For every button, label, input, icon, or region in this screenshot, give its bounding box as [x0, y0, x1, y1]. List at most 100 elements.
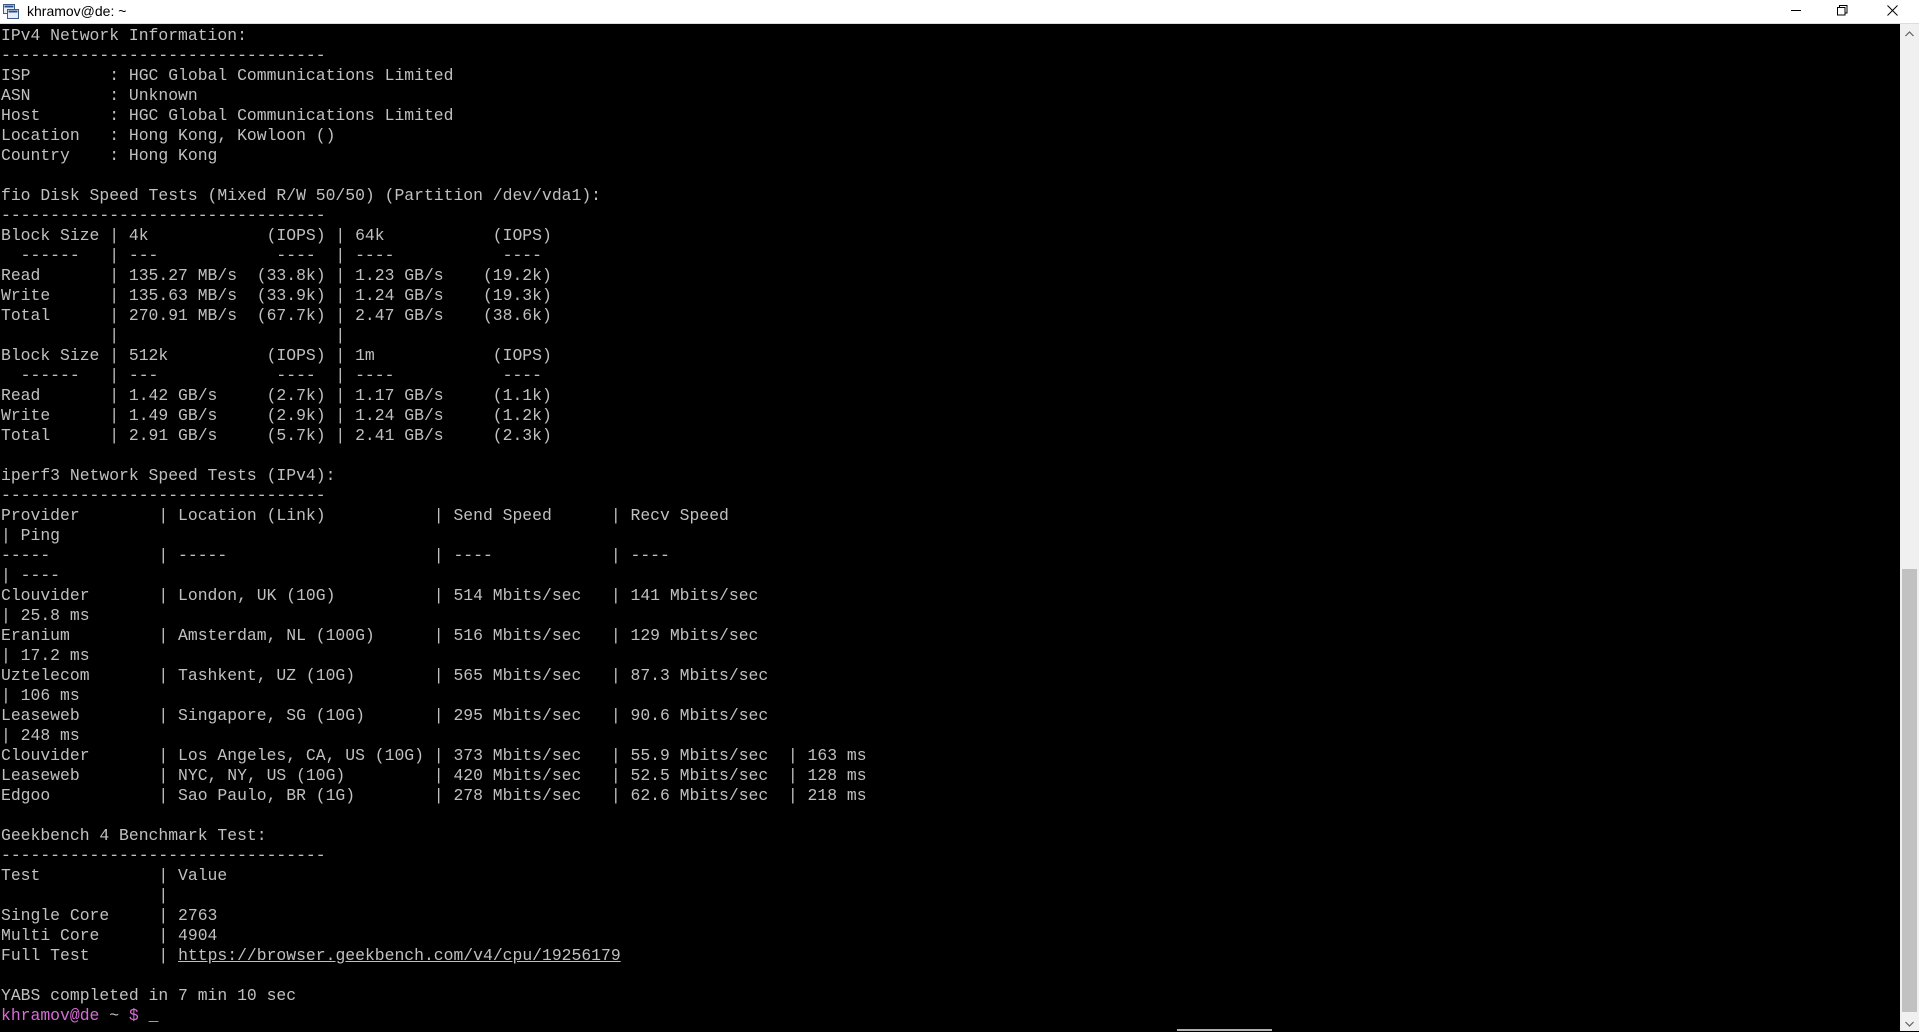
terminal-line-text: Edgoo | Sao Paulo, BR (1G) | 278 Mbits/s…: [1, 786, 867, 805]
prompt-symbol: $: [128, 1006, 139, 1025]
terminal-line: ---------------------------------: [1, 846, 867, 866]
terminal-line: Country : Hong Kong: [1, 146, 867, 166]
terminal-line-text: | Ping: [1, 526, 61, 545]
terminal-line-text: Single Core | 2763: [1, 906, 218, 925]
terminal-line: Location : Hong Kong, Kowloon (): [1, 126, 867, 146]
terminal-line: iperf3 Network Speed Tests (IPv4):: [1, 466, 867, 486]
terminal-line-text: ---------------------------------: [1, 846, 326, 865]
terminal-line-text: Full Test |: [1, 946, 179, 965]
terminal-line-text: |: [1, 886, 169, 905]
terminal-line: Leaseweb | Singapore, SG (10G) | 295 Mbi…: [1, 706, 867, 726]
terminal-line: ASN : Unknown: [1, 86, 867, 106]
minimize-icon: [1790, 3, 1802, 21]
terminal-line-text: Total | 2.91 GB/s (5.7k) | 2.41 GB/s (2.…: [1, 426, 552, 445]
terminal-line: Edgoo | Sao Paulo, BR (1G) | 278 Mbits/s…: [1, 786, 867, 806]
terminal-line-text: iperf3 Network Speed Tests (IPv4):: [1, 466, 336, 485]
terminal-line: Block Size | 512k (IOPS) | 1m (IOPS): [1, 346, 867, 366]
terminal-line: Host : HGC Global Communications Limited: [1, 106, 867, 126]
terminal-line-text: Eranium | Amsterdam, NL (100G) | 516 Mbi…: [1, 626, 759, 645]
close-button[interactable]: [1865, 0, 1919, 23]
terminal-line: Multi Core | 4904: [1, 926, 867, 946]
terminal-line: Write | 135.63 MB/s (33.9k) | 1.24 GB/s …: [1, 286, 867, 306]
terminal-line: Total | 270.91 MB/s (67.7k) | 2.47 GB/s …: [1, 306, 867, 326]
terminal-line-text: ----- | ----- | ---- | ----: [1, 546, 670, 565]
terminal-line-text: Multi Core | 4904: [1, 926, 218, 945]
terminal-line: Test | Value: [1, 866, 867, 886]
minimize-button[interactable]: [1773, 0, 1819, 23]
terminal-line-text: Geekbench 4 Benchmark Test:: [1, 826, 267, 845]
terminal-line: Full Test | https://browser.geekbench.co…: [1, 946, 867, 966]
terminal-line: | 106 ms: [1, 686, 867, 706]
scroll-up-button[interactable]: [1900, 24, 1919, 41]
terminal-window: khramov@de: ~ IPv4 Network Information: …: [0, 0, 1919, 1031]
terminal-line-text: Country : Hong Kong: [1, 146, 218, 165]
shell-prompt[interactable]: khramov@de ~ $ _: [1, 1006, 867, 1026]
prompt-spacer: [139, 1006, 149, 1025]
terminal-line-text: ---------------------------------: [1, 46, 326, 65]
terminal-line-text: Test | Value: [1, 866, 228, 885]
terminal-line: ----- | ----- | ---- | ----: [1, 546, 867, 566]
prompt-path: ~: [99, 1006, 129, 1025]
terminal-line: ------ | --- ---- | ---- ----: [1, 246, 867, 266]
terminal-lines: IPv4 Network Information: ---------------…: [1, 26, 867, 1026]
terminal-line-text: | |: [1, 326, 346, 345]
terminal-line: | 248 ms: [1, 726, 867, 746]
terminal-line: Eranium | Amsterdam, NL (100G) | 516 Mbi…: [1, 626, 867, 646]
terminal-line: Uztelecom | Tashkent, UZ (10G) | 565 Mbi…: [1, 666, 867, 686]
terminal-line-text: ISP : HGC Global Communications Limited: [1, 66, 454, 85]
terminal-line: Single Core | 2763: [1, 906, 867, 926]
terminal-line: YABS completed in 7 min 10 sec: [1, 986, 867, 1006]
terminal-line: Clouvider | Los Angeles, CA, US (10G) | …: [1, 746, 867, 766]
terminal-line-text: YABS completed in 7 min 10 sec: [1, 986, 297, 1005]
terminal-line-text: IPv4 Network Information:: [1, 26, 247, 45]
title-bar[interactable]: khramov@de: ~: [0, 0, 1919, 24]
terminal-line-text: Clouvider | Los Angeles, CA, US (10G) | …: [1, 746, 867, 765]
terminal-line-text: Leaseweb | NYC, NY, US (10G) | 420 Mbits…: [1, 766, 867, 785]
terminal-line-text: ------ | --- ---- | ---- ----: [1, 366, 542, 385]
terminal-line: Clouvider | London, UK (10G) | 514 Mbits…: [1, 586, 867, 606]
terminal-line-text: | ----: [1, 566, 61, 585]
terminal-line: Geekbench 4 Benchmark Test:: [1, 826, 867, 846]
terminal-line-text: Total | 270.91 MB/s (67.7k) | 2.47 GB/s …: [1, 306, 552, 325]
terminal-line: Block Size | 4k (IOPS) | 64k (IOPS): [1, 226, 867, 246]
terminal-line: ---------------------------------: [1, 206, 867, 226]
terminal-line-text: | 25.8 ms: [1, 606, 90, 625]
terminal-line: ---------------------------------: [1, 46, 867, 66]
terminal-line: ---------------------------------: [1, 486, 867, 506]
chevron-down-icon: [1905, 1014, 1914, 1032]
terminal-line-text: Location : Hong Kong, Kowloon (): [1, 126, 336, 145]
terminal-line: | Ping: [1, 526, 867, 546]
restore-button[interactable]: [1819, 0, 1865, 23]
terminal-line-text: ---------------------------------: [1, 486, 326, 505]
terminal-line-text: Read | 135.27 MB/s (33.8k) | 1.23 GB/s (…: [1, 266, 552, 285]
window-title: khramov@de: ~: [27, 3, 127, 19]
scrollbar-thumb[interactable]: [1902, 569, 1917, 1012]
terminal-line: IPv4 Network Information:: [1, 26, 867, 46]
terminal-line-text: Host : HGC Global Communications Limited: [1, 106, 454, 125]
terminal-line-text: | 106 ms: [1, 686, 80, 705]
terminal-line: | 17.2 ms: [1, 646, 867, 666]
terminal-output[interactable]: IPv4 Network Information: ---------------…: [0, 24, 1900, 1031]
close-icon: [1886, 3, 1898, 21]
scroll-down-button[interactable]: [1900, 1014, 1919, 1031]
terminal-line-text: fio Disk Speed Tests (Mixed R/W 50/50) (…: [1, 186, 601, 205]
terminal-line: | |: [1, 326, 867, 346]
maximize-icon: [1836, 3, 1848, 21]
terminal-line-text: Clouvider | London, UK (10G) | 514 Mbits…: [1, 586, 759, 605]
terminal-line: | 25.8 ms: [1, 606, 867, 626]
terminal-app-icon[interactable]: [3, 4, 19, 19]
terminal-line-text: Read | 1.42 GB/s (2.7k) | 1.17 GB/s (1.1…: [1, 386, 552, 405]
terminal-line-text: | 17.2 ms: [1, 646, 90, 665]
geekbench-result-link[interactable]: https://browser.geekbench.com/v4/cpu/192…: [178, 946, 621, 965]
vertical-scrollbar[interactable]: [1900, 24, 1919, 1031]
terminal-line-text: | 248 ms: [1, 726, 80, 745]
terminal-line: ------ | --- ---- | ---- ----: [1, 366, 867, 386]
terminal-line-text: Leaseweb | Singapore, SG (10G) | 295 Mbi…: [1, 706, 769, 725]
terminal-line: | ----: [1, 566, 867, 586]
prompt-user-host: khramov@de: [1, 1006, 100, 1025]
terminal-line: |: [1, 886, 867, 906]
chevron-up-icon: [1905, 24, 1914, 42]
